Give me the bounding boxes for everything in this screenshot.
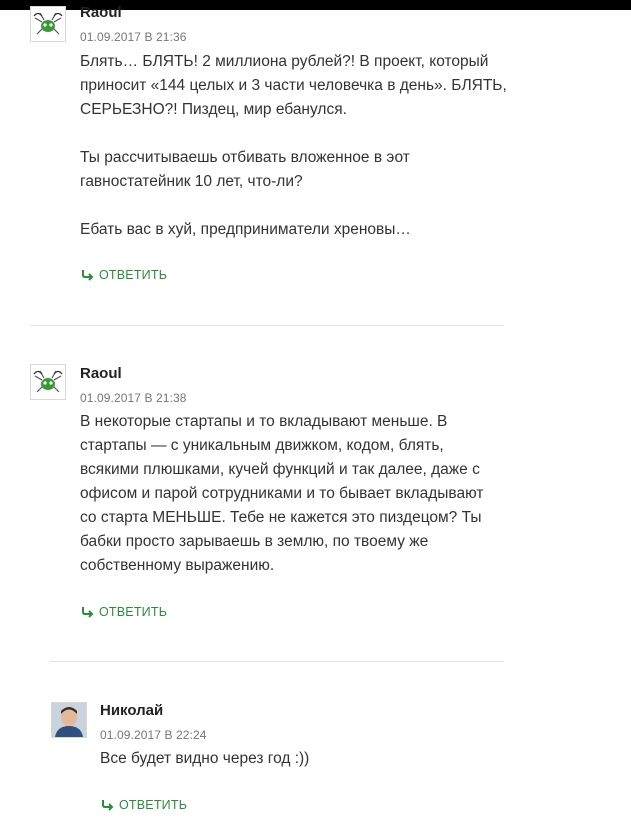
comment-date[interactable]: 01.09.2017 В 22:24 xyxy=(100,727,207,743)
reply-label: ОТВЕТИТЬ xyxy=(119,798,188,812)
comment-paragraph: В некоторые стартапы и то вкладывают мен… xyxy=(80,413,484,574)
comment-paragraph: Ты рассчитываешь отбивать вложенное в эо… xyxy=(80,149,410,190)
reply-arrow-icon xyxy=(82,270,94,281)
avatar-raoul-icon[interactable] xyxy=(30,364,66,400)
comment-body: Блять… БЛЯТЬ! 2 миллиона рублей?! В прое… xyxy=(80,50,507,242)
comment-date[interactable]: 01.09.2017 В 21:38 xyxy=(80,390,187,406)
avatar-raoul-icon[interactable] xyxy=(30,6,66,42)
comment-separator xyxy=(30,325,504,326)
comment-paragraph: Блять… БЛЯТЬ! 2 миллиона рублей?! В прое… xyxy=(80,53,507,118)
comment-paragraph: Ебать вас в хуй, предприниматели хреновы… xyxy=(80,221,411,238)
reply-label: ОТВЕТИТЬ xyxy=(99,268,168,282)
reply-button[interactable]: ОТВЕТИТЬ xyxy=(81,268,167,282)
comment-author[interactable]: Николай xyxy=(100,702,163,720)
comment-author[interactable]: Raoul xyxy=(80,4,122,22)
avatar-nikolai-icon[interactable] xyxy=(51,702,87,738)
comment-separator xyxy=(50,661,504,662)
reply-button[interactable]: ОТВЕТИТЬ xyxy=(81,605,167,619)
comment-date[interactable]: 01.09.2017 В 21:36 xyxy=(80,29,187,45)
comment-paragraph: Все будет видно через год :)) xyxy=(100,750,310,767)
reply-label: ОТВЕТИТЬ xyxy=(99,605,168,619)
comment-author[interactable]: Raoul xyxy=(80,365,122,383)
comment-body: Все будет видно через год :)) xyxy=(100,747,309,771)
comment-body: В некоторые стартапы и то вкладывают мен… xyxy=(80,410,483,578)
reply-arrow-icon xyxy=(102,800,114,811)
reply-button[interactable]: ОТВЕТИТЬ xyxy=(101,798,187,812)
reply-arrow-icon xyxy=(82,607,94,618)
